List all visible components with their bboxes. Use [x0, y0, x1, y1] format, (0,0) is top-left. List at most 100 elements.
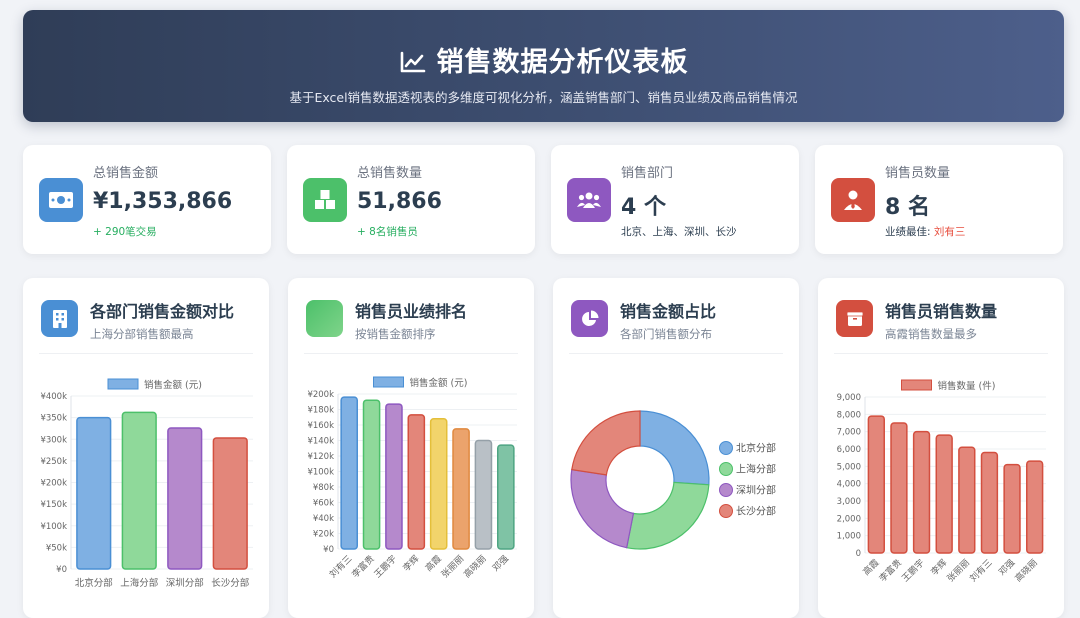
bar [76, 416, 112, 570]
stat-card-total-amount: 总销售金额 ¥1,353,866 + 290笔交易 [23, 145, 271, 254]
y-tick-label: ¥140k [307, 437, 334, 447]
legend-label: 长沙分部 [736, 505, 776, 518]
x-tick-label: 李富贵 [349, 553, 377, 581]
x-tick-label: 邓强 [997, 557, 1018, 578]
y-tick-label: ¥100k [40, 522, 67, 532]
x-tick-label: 刘有三 [327, 553, 355, 581]
bar [1003, 463, 1021, 554]
bar [340, 396, 358, 550]
stat-card-total-quantity: 总销售数量 51,866 + 8名销售员 [287, 145, 535, 254]
y-tick-label: 7,000 [837, 428, 861, 438]
stat-sub: 业绩最佳: 刘有三 [885, 224, 965, 239]
legend-swatch [719, 483, 733, 497]
bar [497, 444, 515, 550]
y-tick-label: 5,000 [837, 462, 861, 472]
stat-label: 总销售金额 [93, 166, 159, 181]
x-tick-label: 高晓丽 [461, 553, 489, 581]
x-tick-label: 李富贵 [876, 557, 904, 585]
y-tick-label: ¥0 [323, 545, 334, 555]
bar [212, 437, 248, 570]
legend-swatch [901, 379, 932, 391]
stat-label: 销售员数量 [885, 166, 951, 181]
y-tick-label: ¥400k [40, 392, 67, 402]
y-tick-label: 8,000 [837, 410, 861, 420]
bar [474, 439, 493, 550]
x-tick-label: 李辉 [400, 553, 421, 574]
y-tick-label: ¥50k [46, 543, 67, 553]
legend-label: 上海分部 [736, 463, 776, 476]
x-tick-label: 邓强 [490, 553, 511, 574]
legend-swatch [373, 376, 404, 388]
legend-label: 深圳分部 [736, 484, 776, 497]
x-tick-label: 高霞 [860, 557, 881, 578]
bar [121, 411, 157, 570]
bar [362, 399, 381, 550]
y-tick-label: ¥200k [307, 390, 334, 400]
y-tick-label: 9,000 [837, 393, 861, 403]
card-sales-share: 销售金额占比 各部门销售额分布 北京分部 上海分部 深圳分部 长沙分部 [553, 278, 799, 618]
y-tick-label: ¥120k [307, 452, 334, 462]
x-tick-label: 长沙分部 [211, 577, 249, 589]
legend-swatch [719, 441, 733, 455]
y-tick-label: ¥40k [313, 514, 334, 524]
y-tick-label: ¥150k [40, 500, 67, 510]
dashboard-header: 销售数据分析仪表板 基于Excel销售数据透视表的多维度可视化分析，涵盖销售部门… [23, 10, 1064, 122]
y-tick-label: ¥300k [40, 435, 67, 445]
y-tick-label: 1,000 [837, 532, 861, 542]
y-tick-label: ¥20k [313, 530, 334, 540]
legend-label: 销售金额 (元) [144, 379, 202, 391]
x-tick-label: 高晓丽 [1012, 557, 1040, 585]
bar [452, 428, 470, 550]
page-title: 销售数据分析仪表板 [23, 40, 1064, 81]
x-tick-label: 王鹏宇 [899, 557, 927, 585]
doughnut-slice [639, 410, 710, 486]
x-tick-label: 刘有三 [967, 557, 995, 585]
legend-swatch [107, 378, 139, 390]
y-tick-label: ¥250k [40, 457, 67, 467]
salesperson-quantity-bar-chart: 销售数量 (件) 0 1,000 2,000 3,000 4,000 5,000 6,000 7… [837, 379, 1046, 585]
x-tick-label: 李辉 [928, 557, 949, 578]
y-tick-label: ¥80k [313, 483, 334, 493]
user-tie-icon [831, 178, 875, 222]
x-tick-label: 张丽丽 [439, 553, 466, 580]
stat-label: 销售部门 [621, 166, 674, 181]
salesperson-ranking-bar-chart: 销售金额 (元) ¥0 ¥20k ¥40k ¥60k ¥80k ¥100k ¥120k ¥140… [307, 376, 517, 581]
doughnut-slice [571, 410, 641, 476]
y-tick-label: ¥160k [307, 421, 334, 431]
legend-label: 销售金额 (元) [410, 377, 468, 389]
stat-value: 8 名 [885, 195, 930, 220]
legend-swatch [719, 504, 733, 518]
y-tick-label: ¥200k [40, 479, 67, 489]
card-department-sales: 各部门销售金额对比 上海分部销售额最高 销售金额 (元) ¥0 ¥50k ¥100k ¥… [23, 278, 269, 618]
users-icon [567, 178, 611, 222]
y-tick-label: 2,000 [837, 514, 861, 524]
y-tick-label: ¥350k [40, 414, 67, 424]
bar [935, 434, 953, 554]
stat-value: 51,866 [357, 189, 442, 214]
doughnut-slice [625, 481, 710, 550]
y-tick-label: ¥0 [56, 565, 67, 575]
legend-label: 销售数量 (件) [938, 380, 996, 392]
legend-swatch [719, 462, 733, 476]
y-tick-label: 0 [856, 549, 861, 559]
x-tick-label: 张丽丽 [945, 557, 972, 584]
page-subtitle: 基于Excel销售数据透视表的多维度可视化分析，涵盖销售部门、销售员业绩及商品销… [289, 90, 798, 105]
sales-share-doughnut-chart: 北京分部上海分部深圳分部长沙分部 [570, 410, 776, 550]
top-performer-name: 刘有三 [933, 226, 966, 238]
line-chart-icon [399, 50, 427, 81]
bar [890, 422, 908, 554]
stat-label: 总销售数量 [357, 166, 423, 181]
bar [407, 414, 426, 550]
y-tick-label: ¥100k [307, 468, 334, 478]
bar [429, 418, 448, 550]
money-icon [39, 178, 83, 222]
bar [167, 427, 203, 570]
bar [912, 430, 931, 554]
department-sales-bar-chart: 销售金额 (元) ¥0 ¥50k ¥100k ¥150k ¥200k ¥250k ¥300k ¥… [40, 378, 253, 589]
y-tick-label: ¥60k [313, 499, 334, 509]
y-tick-label: ¥180k [307, 406, 334, 416]
stat-card-salespeople: 销售员数量 8 名 业绩最佳: 刘有三 [815, 145, 1063, 254]
stat-sub: + 290笔交易 [93, 226, 157, 238]
stat-sub-prefix: 业绩最佳: [885, 226, 934, 238]
stat-sub: 北京、上海、深圳、长沙 [621, 226, 737, 238]
